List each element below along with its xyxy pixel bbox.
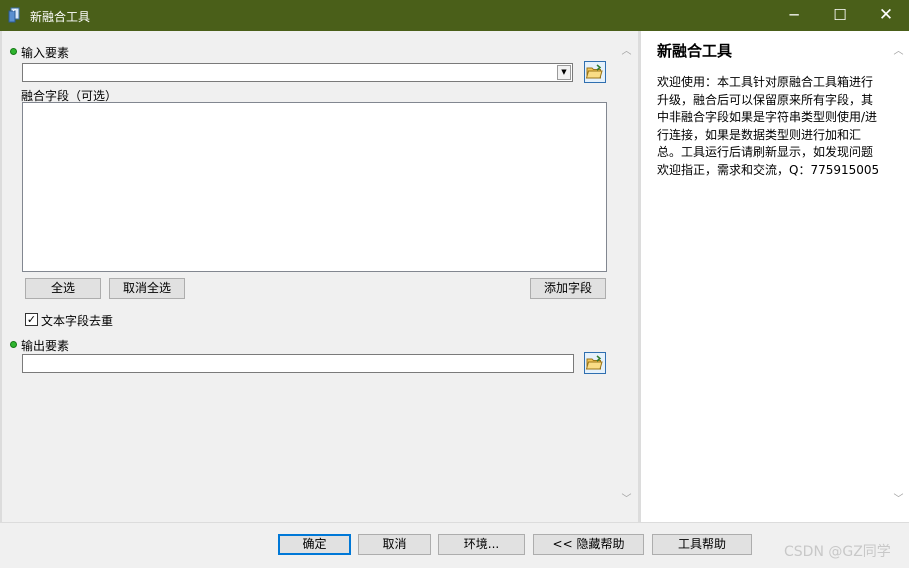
scroll-down-icon[interactable]: ﹀ — [618, 491, 635, 508]
open-folder-icon — [585, 64, 603, 79]
help-pane: 新融合工具 欢迎使用：本工具针对原融合工具箱进行升级，融合后可以保留原来所有字段… — [641, 31, 909, 522]
scroll-down-icon[interactable]: ﹀ — [890, 491, 907, 508]
close-button[interactable]: ✕ — [863, 0, 909, 31]
open-folder-icon — [585, 355, 603, 370]
scroll-up-icon[interactable]: ︿ — [618, 43, 635, 60]
dedup-text-fields-label: 文本字段去重 — [41, 314, 114, 328]
unselect-all-button[interactable]: 取消全选 — [109, 278, 185, 299]
help-scrollbar[interactable]: ︿ ﹀ — [890, 31, 907, 522]
scroll-up-icon[interactable]: ︿ — [890, 43, 907, 60]
script-tool-icon — [8, 7, 20, 23]
help-title: 新融合工具 — [657, 42, 733, 60]
output-features-label: 输出要素 — [21, 339, 70, 353]
ok-button[interactable]: 确定 — [278, 534, 351, 555]
environments-button[interactable]: 环境... — [438, 534, 525, 555]
add-field-button[interactable]: 添加字段 — [530, 278, 606, 299]
hide-help-button[interactable]: << 隐藏帮助 — [533, 534, 644, 555]
dedup-text-fields-checkbox[interactable]: ✓ — [25, 313, 38, 326]
tool-help-button[interactable]: 工具帮助 — [652, 534, 752, 555]
chevron-down-icon[interactable]: ▼ — [557, 65, 571, 80]
window-title: 新融合工具 — [30, 10, 91, 24]
parameters-pane: 输入要素 ▼ 融合字段（可选） 全选 取消全选 添加字段 ✓ 文本字段去重 输出… — [2, 31, 638, 522]
browse-output-button[interactable] — [584, 352, 606, 374]
input-features-label: 输入要素 — [21, 46, 70, 60]
watermark: CSDN @GZ同学 — [784, 544, 891, 560]
dissolve-fields-list[interactable] — [22, 102, 607, 272]
minimize-button[interactable]: ─ — [771, 0, 817, 31]
required-indicator-icon — [10, 341, 17, 348]
help-text: 欢迎使用：本工具针对原融合工具箱进行升级，融合后可以保留原来所有字段，其中非融合… — [657, 75, 880, 177]
maximize-button[interactable]: ☐ — [817, 0, 863, 31]
dialog-button-bar: 确定 取消 环境... << 隐藏帮助 工具帮助 — [0, 522, 909, 568]
required-indicator-icon — [10, 48, 17, 55]
select-all-button[interactable]: 全选 — [25, 278, 101, 299]
input-features-combobox[interactable]: ▼ — [22, 63, 573, 82]
cancel-button[interactable]: 取消 — [358, 534, 431, 555]
title-bar: 新融合工具 ─ ☐ ✕ — [0, 0, 909, 31]
browse-input-button[interactable] — [584, 61, 606, 83]
output-features-field[interactable] — [22, 354, 574, 373]
parameters-scrollbar[interactable]: ︿ ﹀ — [618, 31, 635, 522]
